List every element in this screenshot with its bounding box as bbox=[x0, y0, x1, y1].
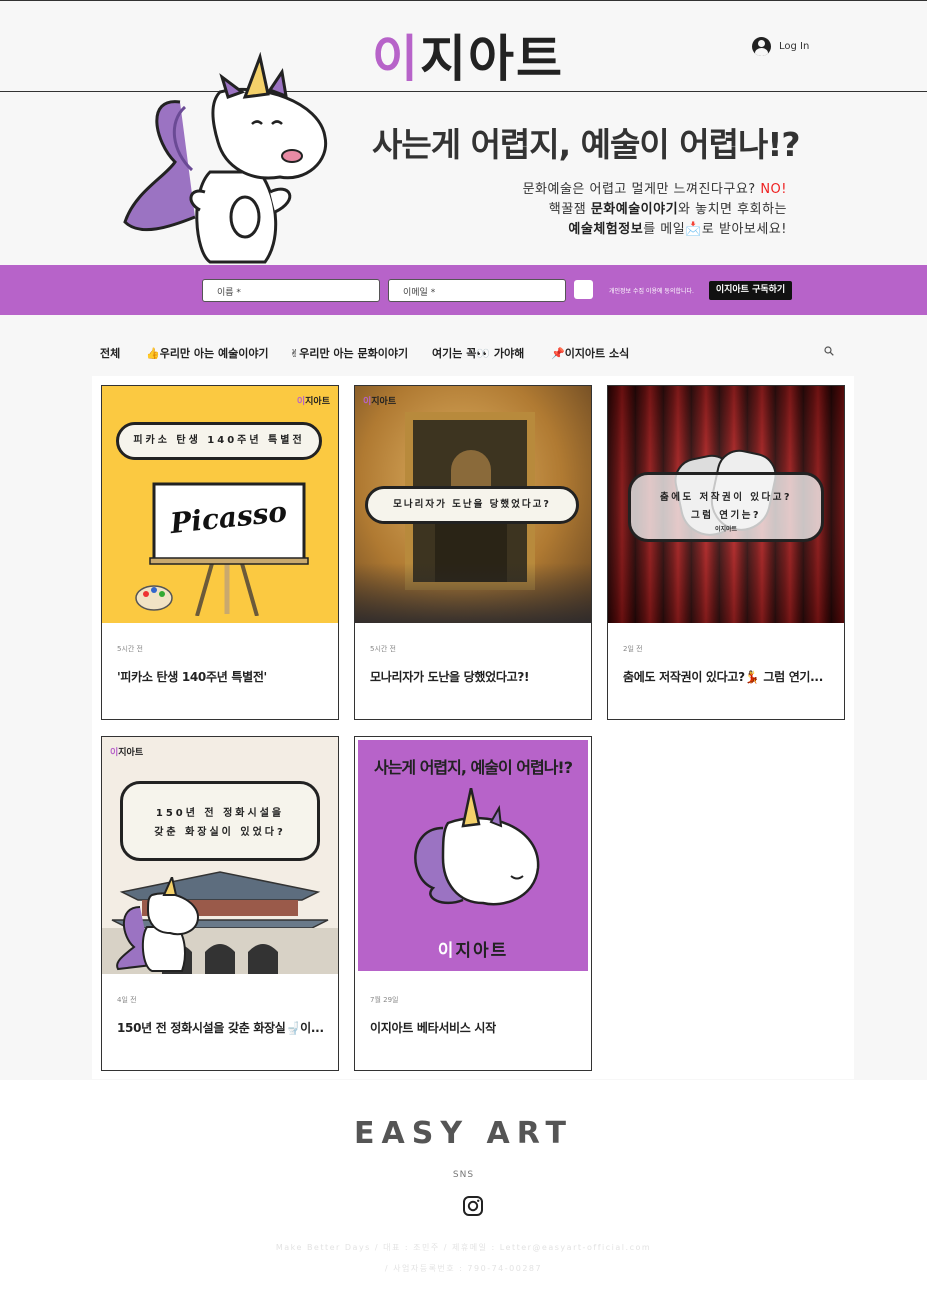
hero-description: 문화예술은 어렵고 멀게만 느껴진다구요? NO! 핵꿀잼 문화예술이야기와 놓… bbox=[523, 180, 787, 240]
post-card[interactable]: 이지아트 피카소 탄생 140주년 특별전 Picasso 5시간 전 '피카소… bbox=[101, 385, 339, 720]
post-time: 4일 전 bbox=[117, 996, 137, 1004]
poster-logo-text: 지아트 bbox=[455, 941, 509, 961]
post-time: 2일 전 bbox=[623, 645, 643, 653]
crowd-shadow bbox=[355, 563, 591, 623]
post-card[interactable]: 사는게 어렵지, 예술이 어렵나!? 이지아트 7월 29일 이지아트 베타서비… bbox=[354, 736, 592, 1071]
hero-line-3a: 예술체험정보 bbox=[568, 222, 644, 237]
search-icon[interactable] bbox=[824, 346, 834, 356]
footer-business-number: / 사업자등록번호 : 790-74-00287 bbox=[384, 1264, 543, 1273]
post-card[interactable]: 춤에도 저작권이 있다고? 그럼 연기는? 이지아트 2일 전 춤에도 저작권이… bbox=[607, 385, 845, 720]
brand-tag: 이지아트 bbox=[363, 394, 396, 407]
tab-all[interactable]: 전체 bbox=[100, 345, 120, 361]
image-caption-bubble: 150년 전 정화시설을 갖춘 화장실이 있었다? bbox=[120, 781, 320, 861]
post-title[interactable]: 150년 전 정화시설을 갖춘 화장실🚽이... bbox=[117, 1019, 327, 1036]
consent-label: 개인정보 수집 이용에 동의합니다. bbox=[609, 288, 694, 295]
poster-logo: 이지아트 bbox=[358, 936, 588, 961]
unicorn-mascot bbox=[414, 788, 540, 906]
brand-tag: 이지아트 bbox=[110, 745, 143, 758]
brand-tag-text: 지아트 bbox=[118, 748, 144, 758]
image-caption-bubble: 모나리자가 도난을 당했었다고? bbox=[365, 486, 579, 524]
site-footer: EASY ART SNS Make Better Days / 대표 : 조민주… bbox=[0, 1080, 927, 1296]
hero-line-2b: 문화예술이야기 bbox=[590, 202, 679, 217]
logo-text: 지아트 bbox=[420, 30, 564, 88]
caption-line-1: 150년 전 정화시설을 bbox=[155, 808, 285, 819]
instagram-icon[interactable] bbox=[462, 1195, 484, 1217]
caption-line-1: 춤에도 저작권이 있다고? bbox=[659, 492, 793, 503]
post-time: 7월 29일 bbox=[370, 996, 399, 1004]
post-image: 이지아트 모나리자가 도난을 당했었다고? bbox=[355, 386, 591, 623]
hero-line-2a: 핵꿀잼 bbox=[548, 202, 591, 217]
hero-line-1: 문화예술은 어렵고 멀게만 느껴진다구요? NO! bbox=[523, 180, 787, 200]
poster-title: 사는게 어렵지, 예술이 어렵나!? bbox=[373, 758, 573, 777]
tab-culture-stories[interactable]: ✌우리만 아는 문화이야기 bbox=[290, 345, 408, 361]
hero-no-text: NO! bbox=[760, 182, 787, 197]
poster-logo-accent: 이 bbox=[437, 941, 456, 961]
brand-tag: 이지아트 bbox=[297, 394, 330, 407]
brand-tag-text: 지아트 bbox=[371, 397, 397, 407]
unicorn-mascot bbox=[116, 877, 200, 972]
post-image: 이지아트 150년 전 정화시설을 갖춘 화장실이 있었다? bbox=[102, 737, 338, 974]
easel-illustration bbox=[135, 482, 309, 616]
site-logo[interactable]: 이지아트 bbox=[372, 19, 564, 91]
logo-accent: 이 bbox=[372, 30, 420, 88]
image-caption-bubble: 춤에도 저작권이 있다고? 그럼 연기는? 이지아트 bbox=[628, 472, 824, 542]
login-label: Log In bbox=[779, 41, 810, 52]
post-card[interactable]: 이지아트 150년 전 정화시설을 갖춘 화장실이 있었다? 4일 전 150년… bbox=[101, 736, 339, 1071]
image-caption-bubble: 피카소 탄생 140주년 특별전 bbox=[116, 422, 322, 460]
hero-line-1-text: 문화예술은 어렵고 멀게만 느껴진다구요? bbox=[522, 182, 761, 197]
caption-line-2: 그럼 연기는? bbox=[690, 510, 762, 521]
unicorn-mascot bbox=[123, 52, 328, 264]
caption-line-2: 갖춘 화장실이 있었다? bbox=[154, 827, 286, 838]
footer-company-info: Make Better Days / 대표 : 조민주 / 제휴메일 : Let… bbox=[275, 1243, 652, 1252]
footer-brand: EASY ART bbox=[354, 1116, 573, 1151]
subscribe-button[interactable]: 이지아트 구독하기 bbox=[709, 281, 792, 300]
purple-poster: 사는게 어렵지, 예술이 어렵나!? 이지아트 bbox=[358, 740, 588, 971]
post-title[interactable]: 이지아트 베타서비스 시작 bbox=[370, 1019, 580, 1036]
post-time: 5시간 전 bbox=[370, 645, 396, 653]
hero-line-3b: 를 메일📩로 받아보세요! bbox=[643, 222, 787, 237]
post-title[interactable]: 춤에도 저작권이 있다고?💃 그럼 연기... bbox=[623, 668, 833, 685]
tab-must-visit[interactable]: 여기는 꼭👀 가야해 bbox=[432, 345, 524, 361]
brand-tag: 이지아트 bbox=[714, 526, 738, 533]
brand-tag-text: 지아트 bbox=[305, 397, 330, 407]
hero-title: 사는게 어렵지, 예술이 어렵나!? bbox=[372, 125, 801, 164]
post-image: 사는게 어렵지, 예술이 어렵나!? 이지아트 bbox=[355, 737, 591, 974]
hero-line-2c: 와 놓치면 후회하는 bbox=[678, 202, 787, 217]
email-input[interactable]: 이메일 * bbox=[388, 279, 566, 302]
consent-checkbox[interactable] bbox=[574, 280, 593, 299]
footer-sns-label: SNS bbox=[452, 1170, 475, 1180]
post-image: 이지아트 피카소 탄생 140주년 특별전 Picasso bbox=[102, 386, 338, 623]
post-image: 춤에도 저작권이 있다고? 그럼 연기는? 이지아트 bbox=[608, 386, 844, 623]
post-title[interactable]: '피카소 탄생 140주년 특별전' bbox=[117, 668, 327, 685]
name-input[interactable]: 이름 * bbox=[202, 279, 380, 302]
hero-line-2: 핵꿀잼 문화예술이야기와 놓치면 후회하는 bbox=[523, 200, 787, 220]
post-time: 5시간 전 bbox=[117, 645, 143, 653]
tab-art-stories[interactable]: 👍우리만 아는 예술이야기 bbox=[146, 345, 269, 361]
post-card[interactable]: 이지아트 모나리자가 도난을 당했었다고? 5시간 전 모나리자가 도난을 당했… bbox=[354, 385, 592, 720]
subscribe-band: 이름 * 이메일 * 개인정보 수집 이용에 동의합니다. 이지아트 구독하기 bbox=[0, 265, 927, 315]
hero-line-3: 예술체험정보를 메일📩로 받아보세요! bbox=[523, 220, 787, 240]
post-title[interactable]: 모나리자가 도난을 당했었다고?! bbox=[370, 668, 580, 685]
login-button[interactable]: Log In bbox=[752, 37, 809, 56]
brand-tag-accent: 이 bbox=[296, 397, 306, 407]
tab-news[interactable]: 📌이지아트 소식 bbox=[551, 345, 629, 361]
user-avatar-icon bbox=[752, 37, 771, 56]
